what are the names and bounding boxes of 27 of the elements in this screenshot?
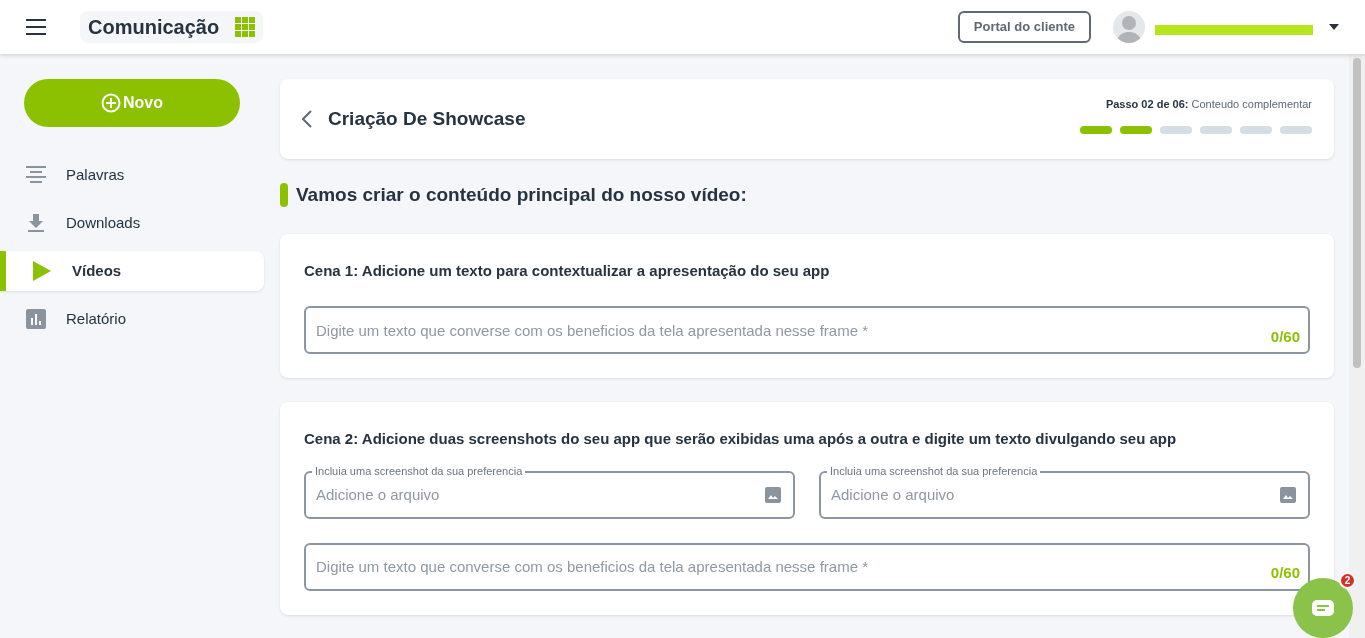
scene-title: Cena 2: Adicione duas screenshots do seu app que serão exibidas uma após a outra e digite um texto divulgando seu app <box>304 429 1178 449</box>
accent-mark <box>280 183 288 208</box>
portal-button[interactable]: Portal do cliente <box>957 11 1091 43</box>
sidebar-item[interactable]: Relatório <box>0 299 264 339</box>
step-indicator: Passo 02 de 06: Conteudo complementar <box>1105 96 1312 112</box>
chat-button[interactable] <box>1293 578 1353 638</box>
plus-circle-icon <box>101 93 121 113</box>
play-icon <box>33 261 51 281</box>
chat-icon <box>1312 600 1334 616</box>
grid-icon <box>235 17 256 37</box>
section-heading: Vamos criar o conteúdo principal do nosso vídeo: <box>296 183 747 207</box>
back-icon[interactable] <box>302 110 312 128</box>
sidebar-item[interactable]: Palavras <box>0 155 264 195</box>
chart-icon <box>26 309 46 329</box>
dropdown-caret-icon[interactable] <box>1329 24 1339 30</box>
page-title: Criação De Showcase <box>328 106 526 131</box>
app-switcher[interactable]: Comunicação <box>80 11 264 43</box>
character-counter: 0/60 <box>1270 326 1300 347</box>
sidebar-item[interactable]: Downloads <box>0 203 264 243</box>
scene-title: Cena 1: Adicione um texto para contextualizar a apresentação do seu app <box>304 260 831 281</box>
download-icon <box>27 214 45 232</box>
sidebar-item[interactable]: Vídeos <box>0 251 264 291</box>
image-icon <box>1280 486 1296 503</box>
image-icon <box>765 486 781 503</box>
character-counter: 0/60 <box>1270 563 1300 583</box>
menu-icon[interactable] <box>26 19 46 35</box>
lines-icon <box>26 166 46 184</box>
